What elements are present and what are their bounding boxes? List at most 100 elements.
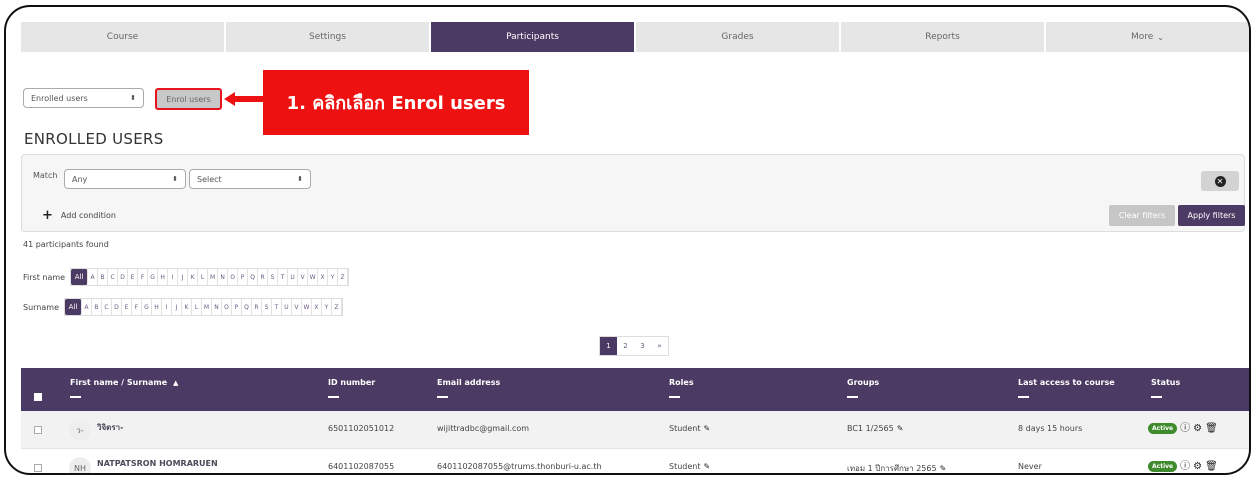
filter-type-select[interactable]: Select ⬍ — [189, 169, 311, 189]
trash-icon[interactable]: 🗑 — [1205, 461, 1218, 472]
col-id-header[interactable]: ID number — [328, 378, 375, 398]
first-name-letter-g[interactable]: G — [148, 269, 159, 285]
tab-course[interactable]: Course — [21, 22, 224, 52]
col-email-header[interactable]: Email address — [437, 378, 500, 398]
pencil-icon[interactable]: ✎ — [897, 424, 904, 433]
add-condition-link[interactable]: + Add condition — [42, 208, 116, 223]
first-name-letter-w[interactable]: W — [308, 269, 319, 285]
first-name-letter-t[interactable]: T — [278, 269, 289, 285]
tab-reports[interactable]: Reports — [841, 22, 1044, 52]
page-1[interactable]: 1 — [600, 337, 617, 355]
col-roles-header[interactable]: Roles — [669, 378, 694, 398]
surname-letter-c[interactable]: C — [102, 299, 112, 315]
first-name-letter-k[interactable]: K — [188, 269, 199, 285]
page-2[interactable]: 2 — [617, 337, 634, 355]
surname-letter-g[interactable]: G — [142, 299, 152, 315]
apply-filters-button[interactable]: Apply filters — [1178, 205, 1245, 226]
role-value: Student — [669, 462, 701, 471]
tab-grades[interactable]: Grades — [636, 22, 839, 52]
surname-letter-o[interactable]: O — [222, 299, 232, 315]
surname-letter-p[interactable]: P — [232, 299, 242, 315]
participant-name-link[interactable]: NATPATSRON HOMRARUEN — [97, 459, 218, 468]
pencil-icon[interactable]: ✎ — [940, 464, 947, 473]
match-select[interactable]: Any ⬍ — [64, 169, 186, 189]
enrolled-users-select[interactable]: Enrolled users ⬍ — [23, 88, 144, 108]
surname-letter-a[interactable]: A — [82, 299, 92, 315]
first-name-initials-bar: First name All A B C D E F G H I J K L M N O P Q R S T U V W X Y Z — [23, 268, 350, 286]
first-name-letter-n[interactable]: N — [218, 269, 229, 285]
group-value: เทอม 1 ปีการศึกษา 2565 — [847, 464, 937, 473]
surname-letter-b[interactable]: B — [92, 299, 102, 315]
pencil-icon[interactable]: ✎ — [704, 462, 711, 471]
remove-filter-button[interactable]: ✕ — [1201, 171, 1239, 191]
table-row: ว- วิจิตรา- 6501102051012 wijittradbc@gm… — [21, 411, 1249, 449]
clear-filters-button[interactable]: Clear filters — [1109, 205, 1175, 226]
first-name-letter-h[interactable]: H — [158, 269, 169, 285]
first-name-letter-j[interactable]: J — [178, 269, 189, 285]
row-checkbox[interactable] — [34, 426, 42, 434]
first-name-letter-b[interactable]: B — [98, 269, 109, 285]
surname-letter-s[interactable]: S — [262, 299, 272, 315]
first-name-letter-p[interactable]: P — [238, 269, 249, 285]
trash-icon[interactable]: 🗑 — [1205, 423, 1218, 434]
first-name-letter-m[interactable]: M — [208, 269, 219, 285]
surname-letter-k[interactable]: K — [182, 299, 192, 315]
surname-letter-all[interactable]: All — [64, 299, 82, 315]
first-name-letter-all[interactable]: All — [71, 269, 89, 285]
first-name-letter-z[interactable]: Z — [338, 269, 349, 285]
surname-letter-n[interactable]: N — [212, 299, 222, 315]
first-name-letter-c[interactable]: C — [108, 269, 119, 285]
info-icon[interactable]: ⓘ — [1180, 423, 1190, 434]
surname-letter-m[interactable]: M — [202, 299, 212, 315]
first-name-letter-v[interactable]: V — [298, 269, 309, 285]
first-name-letter-x[interactable]: X — [318, 269, 329, 285]
enrol-users-button[interactable]: Enrol users — [155, 88, 222, 110]
surname-letter-v[interactable]: V — [292, 299, 302, 315]
first-name-letter-q[interactable]: Q — [248, 269, 259, 285]
surname-letter-r[interactable]: R — [252, 299, 262, 315]
tab-settings[interactable]: Settings — [226, 22, 429, 52]
info-icon[interactable]: ⓘ — [1180, 461, 1190, 472]
first-name-letter-d[interactable]: D — [118, 269, 129, 285]
first-name-letter-r[interactable]: R — [258, 269, 269, 285]
surname-letter-t[interactable]: T — [272, 299, 282, 315]
surname-letter-y[interactable]: Y — [322, 299, 332, 315]
col-last-access-header[interactable]: Last access to course — [1018, 378, 1115, 398]
page-3[interactable]: 3 — [634, 337, 651, 355]
surname-letter-w[interactable]: W — [302, 299, 312, 315]
first-name-letter-u[interactable]: U — [288, 269, 299, 285]
tab-more[interactable]: More ⌄ — [1046, 22, 1249, 52]
row-checkbox[interactable] — [34, 464, 42, 472]
tab-participants[interactable]: Participants — [431, 22, 634, 52]
first-name-letter-f[interactable]: F — [138, 269, 149, 285]
surname-letter-f[interactable]: F — [132, 299, 142, 315]
first-name-letter-l[interactable]: L — [198, 269, 209, 285]
surname-letter-z[interactable]: Z — [332, 299, 342, 315]
col-name-label: First name / Surname — [70, 378, 168, 387]
col-groups-header[interactable]: Groups — [847, 378, 879, 398]
surname-letter-u[interactable]: U — [282, 299, 292, 315]
surname-letter-l[interactable]: L — [192, 299, 202, 315]
gear-icon[interactable]: ⚙ — [1193, 423, 1202, 434]
col-name-header[interactable]: First name / Surname ▲ — [70, 378, 178, 398]
surname-letter-i[interactable]: I — [162, 299, 172, 315]
pencil-icon[interactable]: ✎ — [704, 424, 711, 433]
first-name-letter-i[interactable]: I — [168, 269, 179, 285]
surname-letter-x[interactable]: X — [312, 299, 322, 315]
first-name-letter-y[interactable]: Y — [328, 269, 339, 285]
surname-letter-d[interactable]: D — [112, 299, 122, 315]
first-name-letter-a[interactable]: A — [88, 269, 99, 285]
surname-letter-h[interactable]: H — [152, 299, 162, 315]
first-name-letter-o[interactable]: O — [228, 269, 239, 285]
first-name-letter-s[interactable]: S — [268, 269, 279, 285]
surname-letter-j[interactable]: J — [172, 299, 182, 315]
first-name-letter-e[interactable]: E — [128, 269, 139, 285]
surname-letter-q[interactable]: Q — [242, 299, 252, 315]
next-page-button[interactable]: » — [651, 337, 668, 355]
surname-letter-e[interactable]: E — [122, 299, 132, 315]
participant-name-link[interactable]: วิจิตรา- — [97, 421, 123, 434]
gear-icon[interactable]: ⚙ — [1193, 461, 1202, 472]
col-id-label: ID number — [328, 378, 376, 387]
select-all-checkbox[interactable] — [34, 393, 42, 401]
col-status-header[interactable]: Status — [1151, 378, 1180, 398]
